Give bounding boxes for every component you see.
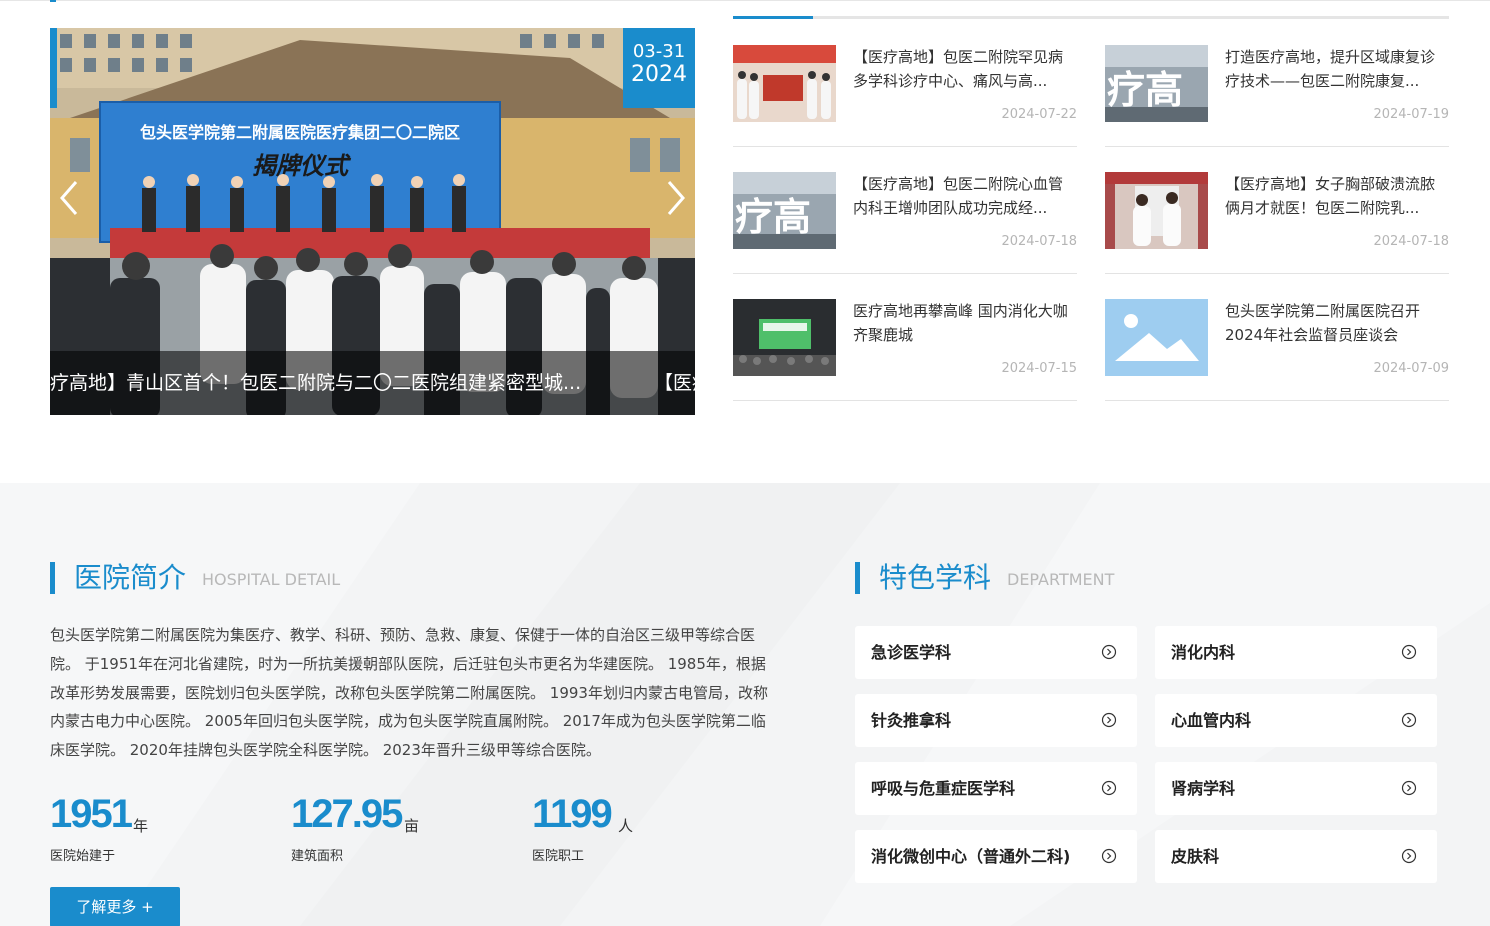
stat-unit: 年	[133, 817, 149, 835]
circle-chevron-right-icon[interactable]	[1101, 780, 1117, 796]
department-card[interactable]: 皮肤科	[1155, 830, 1437, 883]
news-title[interactable]: 【医疗高地】包医二附院心血管内科王增帅团队成功完成经...	[853, 172, 1077, 220]
intro-heading-bar	[50, 562, 55, 594]
news-date: 2024-07-18	[1373, 234, 1449, 249]
banner-title: 包头医学院第二附属医院医疗集团二〇二院区	[140, 123, 460, 142]
stat-value: 127.95	[291, 792, 403, 836]
department-card[interactable]: 呼吸与危重症医学科	[855, 762, 1137, 815]
slide-accent-bar	[50, 28, 57, 108]
circle-chevron-right-icon[interactable]	[1101, 644, 1117, 660]
intro-title: 医院简介	[74, 561, 187, 594]
department-card[interactable]: 针灸推拿科	[855, 694, 1137, 747]
stat-unit: 亩	[404, 817, 420, 835]
slider-next-button[interactable]	[659, 178, 693, 218]
intro-department-section: 医院简介 HOSPITAL DETAIL 包头医学院第二附属医院为集医疗、教学、…	[0, 483, 1490, 926]
department-name[interactable]: 针灸推拿科	[871, 694, 951, 747]
circle-chevron-right-icon[interactable]	[1401, 644, 1417, 660]
department-card[interactable]: 肾病学科	[1155, 762, 1437, 815]
news-thumbnail[interactable]: 疗高	[1105, 45, 1208, 122]
news-thumbnail[interactable]: 疗高	[733, 172, 836, 249]
news-thumbnail[interactable]	[733, 45, 836, 122]
slide-caption-current[interactable]: 疗高地】青山区首个！包医二附院与二〇二医院组建紧密型城...	[50, 351, 581, 415]
stat-label: 医院职工	[532, 849, 585, 864]
news-thumbnail[interactable]	[1105, 172, 1208, 249]
news-date: 2024-07-19	[1373, 107, 1449, 122]
svg-text:疗高: 疗高	[1107, 68, 1183, 112]
news-title[interactable]: 【医疗高地】女子胸部破溃流脓俩月才就医！包医二附院乳...	[1225, 172, 1449, 220]
department-card[interactable]: 急诊医学科	[855, 626, 1137, 679]
stat-label: 建筑面积	[291, 849, 344, 864]
slide-date-badge: 03-31 2024	[623, 28, 695, 108]
intro-text: 包头医学院第二附属医院为集医疗、教学、科研、预防、急救、康复、保健于一体的自治区…	[50, 626, 768, 760]
slide-caption-next[interactable]: 【医疗	[654, 351, 695, 415]
stat-founded: 1951 年 医院始建于	[50, 789, 250, 864]
news-item[interactable]: 【医疗高地】女子胸部破溃流脓俩月才就医！包医二附院乳... 2024-07-18	[1105, 172, 1449, 274]
news-date: 2024-07-18	[1001, 234, 1077, 249]
department-name[interactable]: 心血管内科	[1171, 694, 1251, 747]
news-title[interactable]: 打造医疗高地，提升区域康复诊疗技术——包医二附院康复...	[1225, 45, 1449, 93]
news-section: 包头医学院第二附属医院医疗集团二〇二院区 揭牌仪式 03-31 2024 疗高地…	[0, 0, 1490, 483]
stat-value: 1951	[50, 792, 133, 836]
department-card[interactable]: 心血管内科	[1155, 694, 1437, 747]
news-date: 2024-07-09	[1373, 361, 1449, 376]
department-card[interactable]: 消化微创中心（普通外二科)	[855, 830, 1137, 883]
news-item[interactable]: 疗高 打造医疗高地，提升区域康复诊疗技术——包医二附院康复... 2024-07…	[1105, 45, 1449, 147]
slide-caption-bar[interactable]: 疗高地】青山区首个！包医二附院与二〇二医院组建紧密型城... 【医疗	[50, 351, 695, 415]
stat-area: 127.95 亩 建筑面积	[291, 789, 491, 864]
news-title[interactable]: 【医疗高地】包医二附院罕见病多学科诊疗中心、痛风与高...	[853, 45, 1077, 93]
chevron-right-icon	[667, 181, 685, 215]
chevron-left-icon	[60, 181, 78, 215]
department-heading-bar	[855, 562, 860, 594]
svg-text:疗高: 疗高	[735, 195, 811, 239]
top-divider	[0, 0, 1490, 1]
news-item[interactable]: 疗高 【医疗高地】包医二附院心血管内科王增帅团队成功完成经... 2024-07…	[733, 172, 1077, 274]
stat-unit: 人	[618, 817, 634, 835]
top-accent-tick	[50, 0, 56, 2]
department-name[interactable]: 肾病学科	[1171, 762, 1235, 815]
slide-date-monthday: 03-31	[632, 41, 686, 62]
department-title: 特色学科	[879, 561, 992, 594]
intro-subtitle: HOSPITAL DETAIL	[202, 570, 341, 589]
department-name[interactable]: 呼吸与危重症医学科	[871, 762, 1015, 815]
circle-chevron-right-icon[interactable]	[1401, 848, 1417, 864]
stat-value: 1199	[532, 792, 613, 836]
department-name[interactable]: 消化微创中心（普通外二科)	[871, 830, 1070, 883]
news-item[interactable]: 【医疗高地】包医二附院罕见病多学科诊疗中心、痛风与高... 2024-07-22	[733, 45, 1077, 147]
news-title[interactable]: 包头医学院第二附属医院召开2024年社会监督员座谈会	[1225, 299, 1449, 347]
stat-label: 医院始建于	[50, 849, 116, 864]
slider-prev-button[interactable]	[52, 178, 86, 218]
circle-chevron-right-icon[interactable]	[1401, 780, 1417, 796]
image-placeholder-icon[interactable]	[1105, 299, 1208, 376]
slide-date-year: 2024	[631, 62, 687, 87]
department-name[interactable]: 消化内科	[1171, 626, 1235, 679]
circle-chevron-right-icon[interactable]	[1401, 712, 1417, 728]
banner-subtitle: 揭牌仪式	[252, 151, 352, 180]
department-name[interactable]: 皮肤科	[1171, 830, 1219, 883]
circle-chevron-right-icon[interactable]	[1101, 848, 1117, 864]
stat-staff: 1199 人 医院职工	[532, 789, 732, 864]
news-tab-underline	[733, 16, 1449, 19]
news-slider[interactable]: 包头医学院第二附属医院医疗集团二〇二院区 揭牌仪式 03-31 2024 疗高地…	[50, 28, 695, 415]
news-thumbnail[interactable]	[733, 299, 836, 376]
learn-more-button[interactable]: 了解更多 +	[50, 887, 180, 926]
department-subtitle: DEPARTMENT	[1007, 570, 1115, 589]
news-item[interactable]: 医疗高地再攀高峰 国内消化大咖齐聚鹿城 2024-07-15	[733, 299, 1077, 401]
intro-heading: 医院简介 HOSPITAL DETAIL	[50, 561, 450, 595]
news-date: 2024-07-15	[1001, 361, 1077, 376]
department-name[interactable]: 急诊医学科	[871, 626, 951, 679]
news-tab-underline-active	[733, 16, 813, 19]
news-item[interactable]: 包头医学院第二附属医院召开2024年社会监督员座谈会 2024-07-09	[1105, 299, 1449, 401]
news-title[interactable]: 医疗高地再攀高峰 国内消化大咖齐聚鹿城	[853, 299, 1077, 347]
circle-chevron-right-icon[interactable]	[1101, 712, 1117, 728]
department-card[interactable]: 消化内科	[1155, 626, 1437, 679]
department-heading: 特色学科 DEPARTMENT	[855, 561, 1255, 595]
news-date: 2024-07-22	[1001, 107, 1077, 122]
